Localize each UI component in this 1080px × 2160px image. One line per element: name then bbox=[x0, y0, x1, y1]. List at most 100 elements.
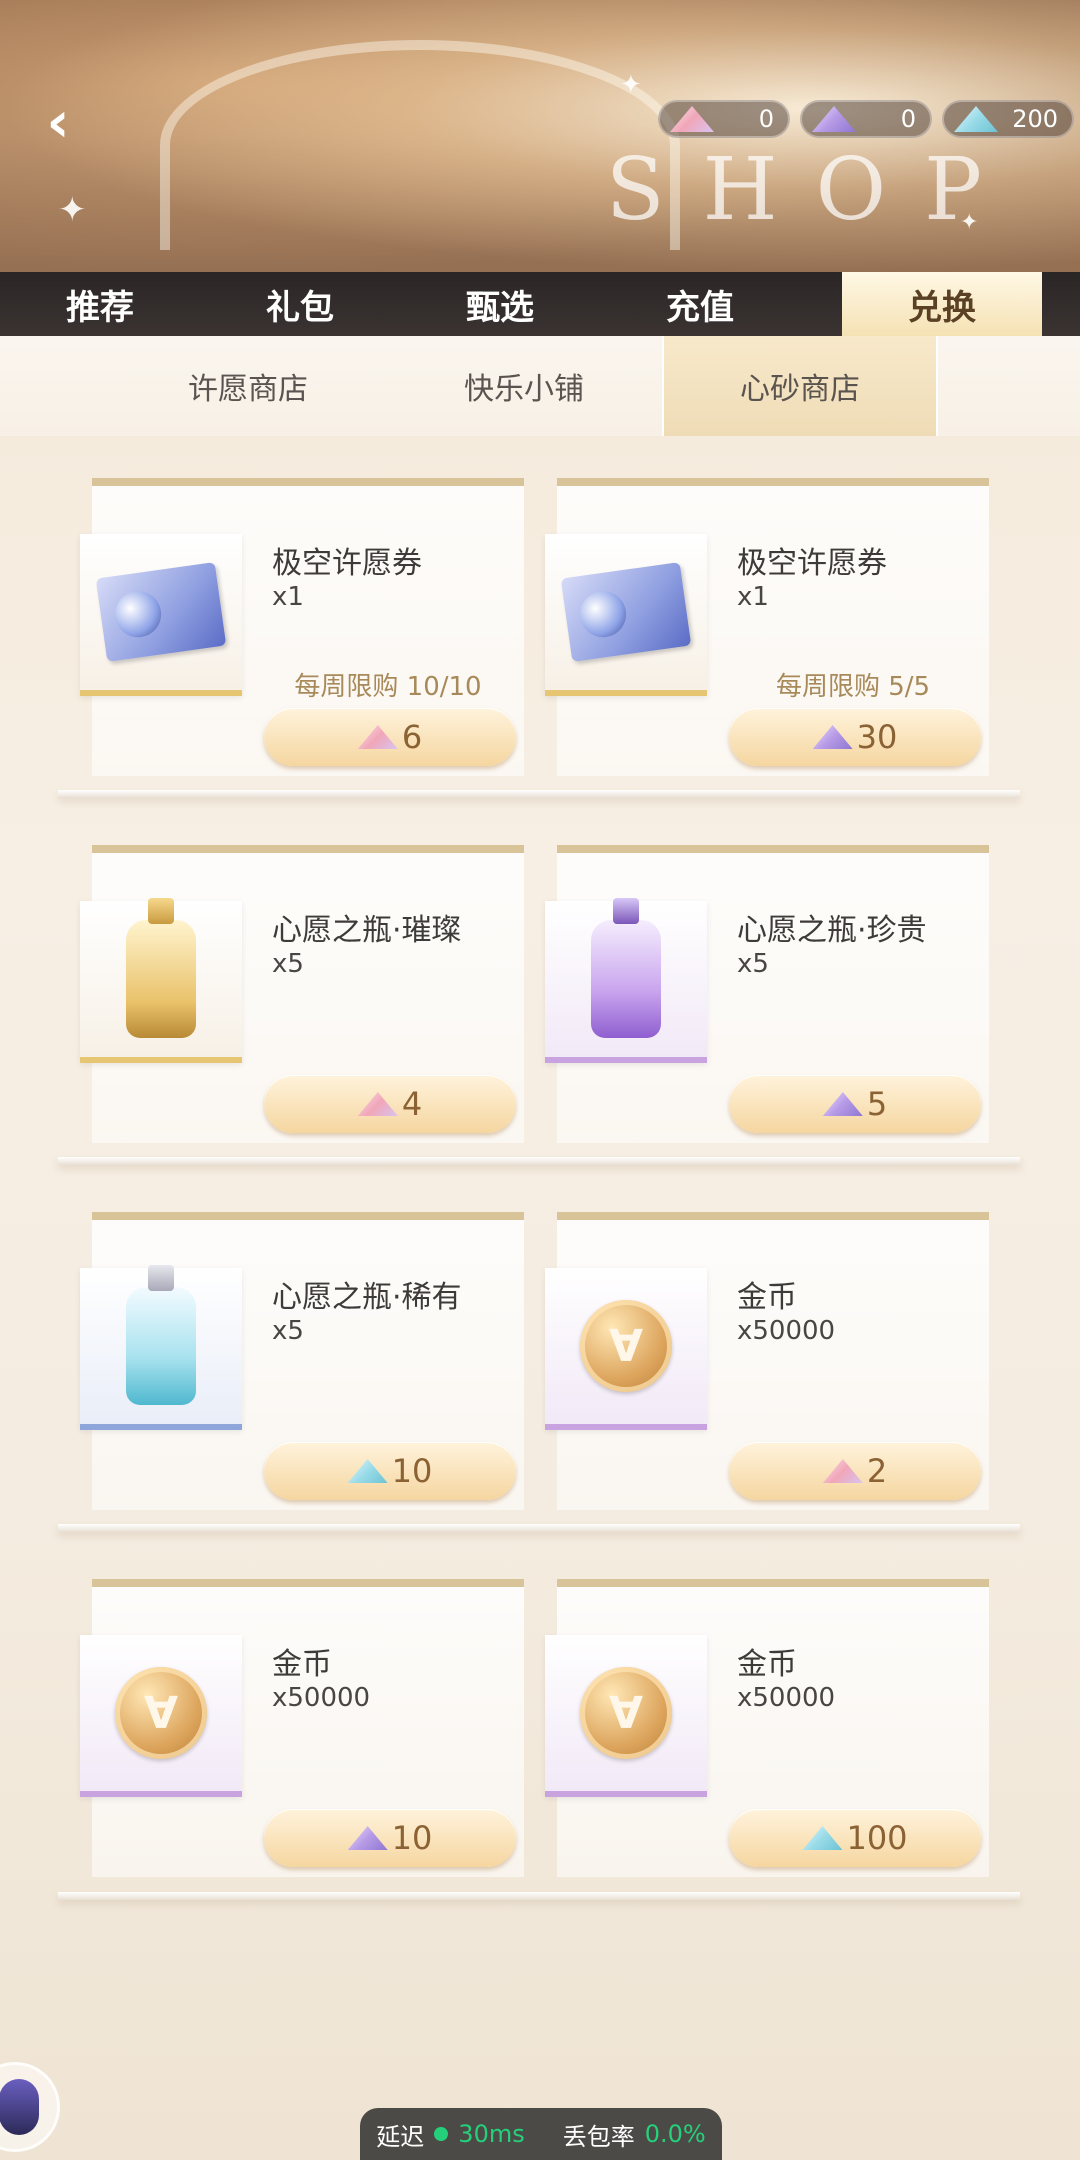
item-quantity: x5 bbox=[272, 949, 304, 979]
banner-arch bbox=[160, 40, 680, 250]
price-value: 5 bbox=[866, 1085, 888, 1123]
item-thumbnail bbox=[80, 898, 242, 1063]
purple-gem-icon bbox=[822, 1092, 863, 1116]
coin-icon: ∀ bbox=[580, 1300, 672, 1392]
currency-value: 0 bbox=[758, 105, 774, 133]
shelf-divider bbox=[58, 790, 1020, 798]
buy-button[interactable]: 10 bbox=[264, 1809, 516, 1867]
price-value: 30 bbox=[856, 718, 898, 756]
item-card[interactable]: ∀ 金币 x50000 2 bbox=[545, 1212, 989, 1510]
sparkle-icon: ✦ bbox=[58, 190, 87, 230]
item-thumbnail: ∀ bbox=[545, 1268, 707, 1430]
sparkle-icon: ✦ bbox=[620, 70, 642, 100]
item-quantity: x50000 bbox=[272, 1683, 371, 1713]
price-value: 10 bbox=[391, 1452, 433, 1490]
packet-loss-label: 丢包率 bbox=[562, 2122, 635, 2151]
coin-icon: ∀ bbox=[115, 1667, 207, 1759]
subtab-happy-shop[interactable]: 快乐小铺 bbox=[386, 336, 662, 436]
tab-recommend[interactable]: 推荐 bbox=[0, 272, 200, 336]
avatar[interactable] bbox=[0, 2062, 60, 2152]
packet-loss-value: 0.0% bbox=[644, 2120, 706, 2148]
price-value: 2 bbox=[866, 1452, 888, 1490]
item-quantity: x5 bbox=[737, 949, 769, 979]
currency-value: 0 bbox=[900, 105, 916, 133]
item-name: 金币 bbox=[737, 1280, 797, 1315]
currency-cyan[interactable]: 200 bbox=[942, 100, 1074, 138]
main-tabbar: 推荐 礼包 甄选 充值 兑换 bbox=[0, 272, 1080, 336]
item-name: 心愿之瓶·珍贵 bbox=[737, 913, 927, 948]
tab-select[interactable]: 甄选 bbox=[400, 272, 600, 336]
cyan-gem-icon bbox=[802, 1826, 843, 1850]
item-thumbnail bbox=[545, 898, 707, 1063]
buy-button[interactable]: 4 bbox=[264, 1075, 516, 1133]
currency-bar: 0 0 200 bbox=[658, 100, 1074, 138]
coin-icon: ∀ bbox=[580, 1667, 672, 1759]
shop-banner: ✦ ✦ ✦ SHOP ‹ 0 0 200 bbox=[0, 0, 1080, 272]
sub-tabbar: 许愿商店 快乐小铺 心砂商店 bbox=[0, 336, 1080, 436]
item-name: 极空许愿券 bbox=[737, 546, 887, 581]
price-value: 4 bbox=[401, 1085, 423, 1123]
item-thumbnail bbox=[545, 534, 707, 696]
purple-gem-icon bbox=[812, 106, 856, 132]
purple-gem-icon bbox=[812, 725, 853, 749]
purchase-limit: 每周限购 10/10 bbox=[294, 672, 482, 702]
subtab-wish-shop[interactable]: 许愿商店 bbox=[110, 336, 386, 436]
item-thumbnail: ∀ bbox=[80, 1635, 242, 1797]
item-name: 极空许愿券 bbox=[272, 546, 422, 581]
item-quantity: x5 bbox=[272, 1316, 304, 1346]
cyan-gem-icon bbox=[347, 1459, 388, 1483]
item-card[interactable]: ∀ 金币 x50000 10 bbox=[80, 1579, 524, 1877]
item-card[interactable]: 极空许愿券 x1 每周限购 10/10 6 bbox=[80, 478, 524, 776]
tab-exchange[interactable]: 兑换 bbox=[842, 272, 1042, 336]
item-card[interactable]: 心愿之瓶·稀有 x5 10 bbox=[80, 1212, 524, 1510]
currency-value: 200 bbox=[1012, 105, 1058, 133]
item-card[interactable]: 心愿之瓶·珍贵 x5 5 bbox=[545, 845, 989, 1143]
buy-button[interactable]: 6 bbox=[264, 708, 516, 766]
item-thumbnail bbox=[80, 1265, 242, 1430]
ticket-icon bbox=[560, 562, 692, 662]
tab-gift-pack[interactable]: 礼包 bbox=[200, 272, 400, 336]
item-card[interactable]: ∀ 金币 x50000 100 bbox=[545, 1579, 989, 1877]
price-value: 6 bbox=[401, 718, 423, 756]
item-quantity: x50000 bbox=[737, 1683, 836, 1713]
ticket-icon bbox=[95, 562, 227, 662]
bottle-icon bbox=[126, 1265, 196, 1405]
shop-title-letters: SHOP bbox=[605, 140, 1020, 240]
network-status-bar: 延迟 30ms 丢包率 0.0% bbox=[360, 2108, 722, 2160]
pink-gem-icon bbox=[357, 1092, 398, 1116]
buy-button[interactable]: 100 bbox=[729, 1809, 981, 1867]
item-quantity: x1 bbox=[737, 582, 769, 612]
back-button[interactable]: ‹ bbox=[28, 89, 88, 155]
item-name: 心愿之瓶·璀璨 bbox=[272, 913, 462, 948]
shelf-divider bbox=[58, 1892, 1020, 1900]
bottle-icon bbox=[126, 898, 196, 1038]
price-value: 10 bbox=[391, 1819, 433, 1857]
buy-button[interactable]: 2 bbox=[729, 1442, 981, 1500]
item-thumbnail: ∀ bbox=[545, 1635, 707, 1797]
currency-purple[interactable]: 0 bbox=[800, 100, 932, 138]
chevron-left-icon: ‹ bbox=[46, 89, 70, 155]
shelf-divider bbox=[58, 1524, 1020, 1532]
pink-gem-icon bbox=[357, 725, 398, 749]
item-quantity: x50000 bbox=[737, 1316, 836, 1346]
buy-button[interactable]: 10 bbox=[264, 1442, 516, 1500]
tab-recharge[interactable]: 充值 bbox=[600, 272, 800, 336]
item-name: 金币 bbox=[272, 1647, 332, 1682]
buy-button[interactable]: 30 bbox=[729, 708, 981, 766]
price-value: 100 bbox=[846, 1819, 908, 1857]
purple-gem-icon bbox=[347, 1826, 388, 1850]
shelf-divider bbox=[58, 1157, 1020, 1165]
latency-value: 30ms bbox=[458, 2120, 525, 2148]
item-quantity: x1 bbox=[272, 582, 304, 612]
status-dot-icon bbox=[434, 2127, 449, 2141]
item-card[interactable]: 心愿之瓶·璀璨 x5 4 bbox=[80, 845, 524, 1143]
cyan-gem-icon bbox=[954, 106, 998, 132]
currency-pink[interactable]: 0 bbox=[658, 100, 790, 138]
item-thumbnail bbox=[80, 534, 242, 696]
item-name: 金币 bbox=[737, 1647, 797, 1682]
latency-label: 延迟 bbox=[376, 2122, 425, 2151]
item-card[interactable]: 极空许愿券 x1 每周限购 5/5 30 bbox=[545, 478, 989, 776]
subtab-heart-sand-shop[interactable]: 心砂商店 bbox=[662, 336, 938, 436]
buy-button[interactable]: 5 bbox=[729, 1075, 981, 1133]
pink-gem-icon bbox=[822, 1459, 863, 1483]
